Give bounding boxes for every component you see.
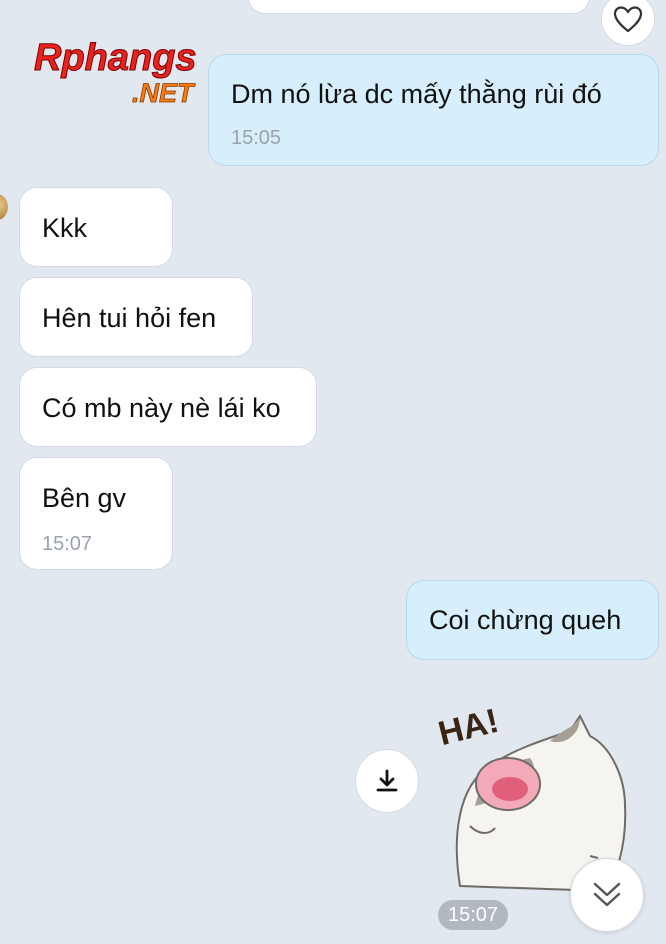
scroll-to-bottom-button[interactable] xyxy=(570,858,644,932)
sticker-timestamp: 15:07 xyxy=(438,900,508,930)
double-chevron-down-icon xyxy=(593,882,621,907)
sender-avatar[interactable] xyxy=(0,194,8,220)
incoming-message[interactable]: Có mb này nè lái ko xyxy=(19,367,317,447)
watermark-logo: Rphangs .NET xyxy=(34,37,198,109)
incoming-message[interactable]: Kkk xyxy=(19,187,173,267)
message-timestamp: 15:07 xyxy=(42,533,93,555)
react-heart-button[interactable] xyxy=(601,0,655,46)
incoming-message[interactable]: Bên gv 15:07 xyxy=(19,457,173,570)
message-text: Dm nó lừa dc mấy thằng rùi đó xyxy=(231,79,602,109)
message-timestamp: 15:05 xyxy=(231,127,282,149)
message-text: Coi chừng queh xyxy=(429,605,622,635)
download-sticker-button[interactable] xyxy=(355,749,419,813)
logo-sub-text: .NET xyxy=(132,78,196,108)
outgoing-message[interactable]: Coi chừng queh xyxy=(406,580,659,660)
previous-message-bubble xyxy=(248,0,590,14)
heart-outline-icon xyxy=(613,6,643,33)
message-text: Có mb này nè lái ko xyxy=(42,393,281,423)
sticker-caption: HA! xyxy=(435,702,503,753)
message-text: Kkk xyxy=(42,213,88,243)
message-text: Bên gv xyxy=(42,483,127,513)
incoming-message[interactable]: Hên tui hỏi fen xyxy=(19,277,253,357)
download-icon xyxy=(376,769,398,792)
outgoing-message[interactable]: Dm nó lừa dc mấy thằng rùi đó 15:05 xyxy=(208,54,659,166)
message-text: Hên tui hỏi fen xyxy=(42,303,217,333)
logo-main-text: Rphangs xyxy=(34,37,197,79)
